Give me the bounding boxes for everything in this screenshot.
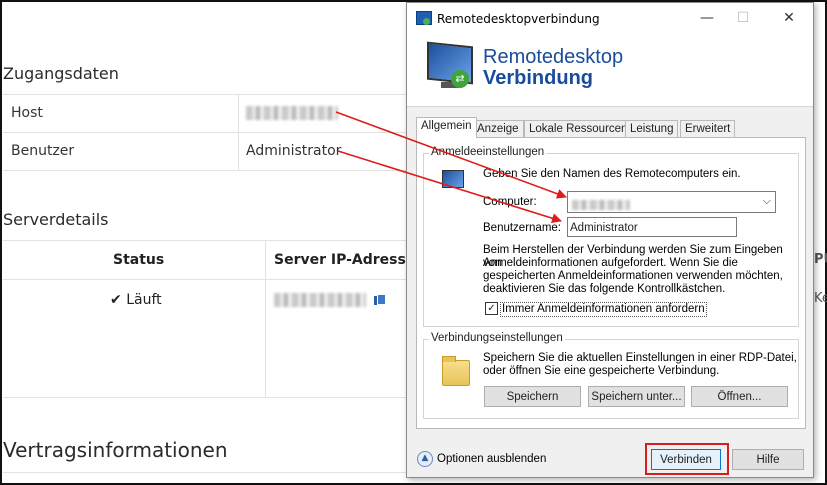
chevron-up-icon[interactable]: ▲ — [417, 451, 433, 467]
computer-label: Computer: — [483, 196, 537, 208]
benutzer-label: Benutzer — [11, 143, 75, 159]
banner: ⇄ Remotedesktop Verbindung — [407, 34, 813, 107]
tab-leistung[interactable]: Leistung — [625, 120, 679, 138]
anmeldeeinstellungen-group: Anmeldeeinstellungen Geben Sie den Namen… — [423, 146, 799, 327]
maximize-icon[interactable]: ☐ — [733, 9, 753, 27]
host-row: Host — [3, 95, 423, 133]
verbindung-line-2: oder öffnen Sie eine gespeicherte Verbin… — [483, 365, 720, 377]
folder-icon — [442, 356, 470, 386]
banner-line1: Remotedesktop — [483, 46, 624, 68]
hilfe-button[interactable]: Hilfe — [732, 449, 804, 470]
window-title: Remotedesktopverbindung — [437, 12, 600, 26]
tab-anzeige[interactable]: Anzeige — [472, 120, 524, 138]
status-value: Läuft — [126, 292, 162, 308]
copy-icon[interactable] — [374, 294, 387, 306]
connect-arrows-icon: ⇄ — [451, 70, 469, 88]
divider — [3, 472, 423, 473]
verbindungseinstellungen-group: Verbindungseinstellungen Speichern Sie d… — [423, 332, 799, 419]
tab-erweitert[interactable]: Erweitert — [680, 120, 736, 138]
verbinden-button[interactable]: Verbinden — [651, 449, 721, 470]
tab-lokale-ressourcen[interactable]: Lokale Ressourcen — [524, 120, 633, 138]
benutzername-label: Benutzername: — [483, 222, 561, 234]
host-label: Host — [11, 105, 43, 121]
computer-combobox[interactable]: ⌵ — [567, 191, 776, 213]
check-icon: ✔ — [110, 292, 122, 308]
chevron-down-icon[interactable]: ⌵ — [763, 194, 771, 208]
title-bar: Remotedesktopverbindung — ☐ ✕ — [407, 3, 813, 34]
immer-anfordern-checkbox[interactable]: ✓ — [485, 302, 498, 315]
ip-column-header: Server IP-Adresse — [274, 252, 416, 268]
zugangsdaten-heading: Zugangsdaten — [3, 64, 119, 83]
banner-line2: Verbindung — [483, 67, 593, 89]
info-line-2: Anmeldeinformationen aufgefordert. Wenn … — [483, 257, 738, 269]
info-line-3: gespeicherten Anmeldeinformationen verwe… — [483, 270, 783, 282]
benutzer-row: Benutzer Administrator — [3, 133, 423, 171]
remote-desktop-icon — [416, 11, 432, 25]
speichern-button[interactable]: Speichern — [484, 386, 581, 407]
computer-value-redacted — [572, 200, 630, 210]
dialog-footer: ▲ Optionen ausblenden Verbinden Hilfe — [407, 439, 813, 477]
computer-icon — [442, 170, 464, 188]
remote-desktop-dialog: Remotedesktopverbindung — ☐ ✕ ⇄ Remotede… — [406, 2, 814, 478]
immer-anfordern-label[interactable]: Immer Anmeldeinformationen anfordern — [500, 302, 707, 317]
tab-panel-allgemein: Anmeldeeinstellungen Geben Sie den Namen… — [416, 137, 806, 429]
tab-allgemein[interactable]: Allgemein — [416, 117, 477, 138]
close-icon[interactable]: ✕ — [779, 9, 799, 27]
optionen-ausblenden-link[interactable]: Optionen ausblenden — [437, 453, 546, 466]
verbindung-line-1: Speichern Sie die aktuellen Einstellunge… — [483, 352, 797, 364]
edge-cell-text: Ke — [814, 291, 827, 306]
oeffnen-button[interactable]: Öffnen... — [691, 386, 788, 407]
host-value-redacted — [246, 105, 338, 121]
benutzername-field[interactable]: Administrator — [567, 217, 737, 237]
ip-value-redacted — [274, 293, 366, 307]
table-header: Status Server IP-Adresse — [3, 241, 423, 280]
benutzer-value: Administrator — [246, 143, 342, 159]
status-cell: ✔ Läuft — [110, 292, 162, 308]
anmelde-intro: Geben Sie den Namen des Remotecomputers … — [483, 168, 741, 180]
edge-column-header: PU — [814, 252, 827, 267]
zugangsdaten-table: Host Benutzer Administrator — [3, 94, 423, 171]
info-line-4: deaktivieren Sie das folgende Kontrollkä… — [483, 283, 726, 295]
vertragsinformationen-heading: Vertragsinformationen — [3, 438, 228, 462]
verbindungseinstellungen-legend: Verbindungseinstellungen — [429, 332, 565, 344]
anmeldeeinstellungen-legend: Anmeldeeinstellungen — [429, 146, 547, 158]
serverdetails-table: Status Server IP-Adresse ✔ Läuft — [3, 240, 423, 398]
ip-cell — [274, 292, 387, 308]
status-column-header: Status — [113, 252, 165, 268]
serverdetails-heading: Serverdetails — [3, 210, 109, 229]
minimize-icon[interactable]: — — [697, 9, 717, 27]
speichern-unter-button[interactable]: Speichern unter... — [588, 386, 685, 407]
